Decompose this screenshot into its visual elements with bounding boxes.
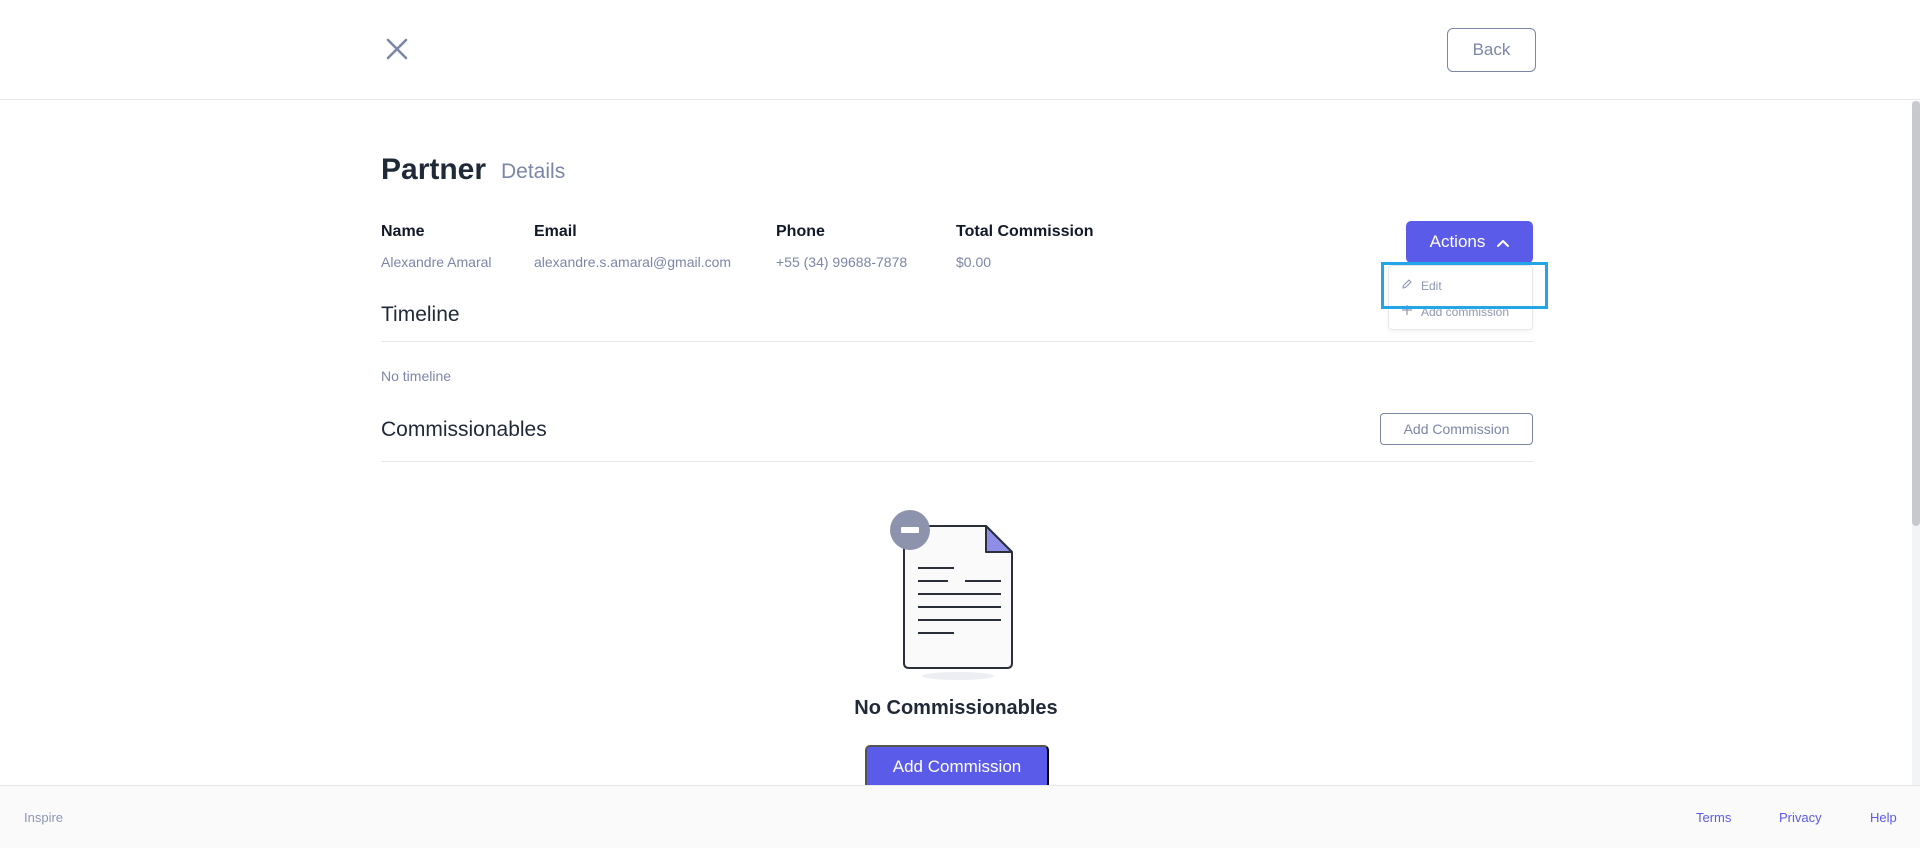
commissionables-divider xyxy=(381,461,1533,462)
timeline-divider xyxy=(381,341,1533,342)
add-commission-primary-button[interactable]: Add Commission xyxy=(865,745,1049,785)
timeline-empty-text: No timeline xyxy=(381,368,452,384)
footer-link-terms[interactable]: Terms xyxy=(1696,810,1731,825)
timeline-title: Timeline xyxy=(381,303,460,326)
name-label: Name xyxy=(381,223,425,240)
total-commission-label: Total Commission xyxy=(956,223,1094,240)
chevron-up-icon xyxy=(1497,232,1510,252)
page-subtitle: Details xyxy=(501,160,566,183)
total-commission-value: $0.00 xyxy=(956,254,992,270)
page-title: Partner xyxy=(381,153,487,186)
back-button[interactable]: Back xyxy=(1447,28,1536,72)
close-icon[interactable] xyxy=(382,34,412,64)
footer-link-privacy[interactable]: Privacy xyxy=(1779,810,1822,825)
menu-item-add-commission-label: Add commission xyxy=(1421,304,1510,319)
email-value: alexandre.s.amaral@gmail.com xyxy=(534,254,732,270)
empty-document-illustration xyxy=(886,508,1016,688)
empty-state-title: No Commissionables xyxy=(854,697,1058,719)
menu-item-add-commission[interactable]: Add commission xyxy=(1401,304,1509,319)
email-label: Email xyxy=(534,223,577,240)
main-content: Partner Details Name Alexandre Amaral Em… xyxy=(0,101,1916,785)
menu-item-edit-label: Edit xyxy=(1421,278,1442,293)
pencil-icon xyxy=(1401,278,1413,293)
scrollbar-thumb[interactable] xyxy=(1912,101,1920,526)
footer-link-help[interactable]: Help xyxy=(1870,810,1897,825)
footer-brand: Inspire xyxy=(24,810,64,825)
name-value: Alexandre Amaral xyxy=(381,254,492,270)
footer: Inspire Terms Privacy Help xyxy=(0,785,1920,848)
add-commission-button[interactable]: Add Commission xyxy=(1380,413,1533,445)
actions-dropdown: Edit Add commission xyxy=(1388,265,1533,330)
phone-label: Phone xyxy=(776,223,825,240)
top-bar: Back xyxy=(0,0,1920,100)
actions-label: Actions xyxy=(1429,232,1486,251)
plus-icon xyxy=(1401,304,1413,319)
actions-button[interactable]: Actions xyxy=(1406,221,1533,263)
menu-item-edit[interactable]: Edit xyxy=(1401,278,1442,293)
phone-value: +55 (34) 99688-7878 xyxy=(776,254,908,270)
commissionables-title: Commissionables xyxy=(381,418,547,441)
